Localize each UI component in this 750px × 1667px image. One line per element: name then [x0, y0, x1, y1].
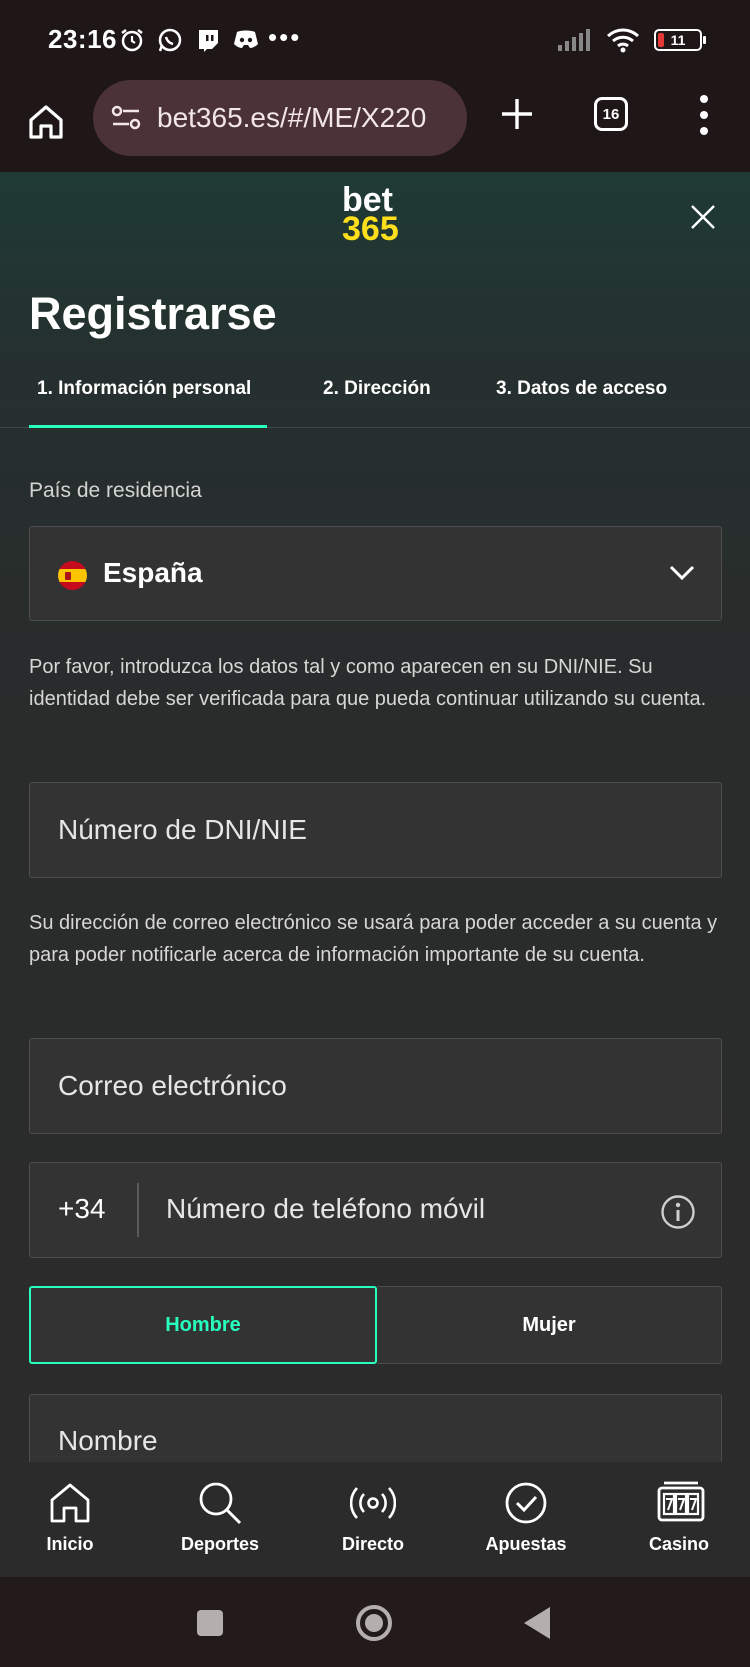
recent-apps-button[interactable]	[197, 1610, 223, 1636]
email-placeholder: Correo electrónico	[58, 1070, 287, 1101]
email-notice: Su dirección de correo electrónico se us…	[29, 912, 718, 966]
nav-casino[interactable]: Casino	[614, 1462, 744, 1577]
registration-steps: 1. Información personal 2. Dirección 3. …	[0, 362, 750, 428]
gender-selector: Hombre Mujer	[29, 1286, 722, 1364]
browser-menu-button[interactable]	[694, 95, 714, 135]
dni-input[interactable]: Número de DNI/NIE	[29, 782, 722, 878]
phone-input[interactable]: +34 Número de teléfono móvil	[29, 1162, 722, 1258]
nav-inicio[interactable]: Inicio	[5, 1462, 135, 1577]
registration-page: bet 365 Registrarse 1. Información perso…	[0, 172, 750, 1462]
checkmark-circle-icon	[503, 1480, 549, 1526]
search-icon	[197, 1480, 243, 1526]
more-notifications-icon: •••	[268, 22, 302, 52]
name-placeholder: Nombre	[58, 1425, 158, 1456]
site-settings-icon[interactable]	[111, 104, 141, 132]
live-broadcast-icon	[349, 1480, 397, 1526]
country-select[interactable]: España	[29, 526, 722, 621]
email-input[interactable]: Correo electrónico	[29, 1038, 722, 1134]
phone-placeholder: Número de teléfono móvil	[166, 1193, 486, 1224]
discord-icon	[232, 26, 260, 54]
alarm-icon	[118, 26, 146, 54]
status-bar: 23:16 ••• 11	[0, 0, 750, 80]
country-value: España	[103, 557, 203, 588]
notification-icons	[118, 26, 260, 54]
bottom-navigation: Inicio Deportes Directo Apuestas Casino	[0, 1462, 750, 1577]
close-icon[interactable]	[690, 204, 716, 230]
whatsapp-icon	[156, 26, 184, 54]
battery-indicator: 11	[654, 29, 706, 51]
nav-apuestas[interactable]: Apuestas	[461, 1462, 591, 1577]
page-title: Registrarse	[29, 288, 277, 339]
slot-machine-icon	[656, 1480, 705, 1526]
country-label: País de residencia	[29, 479, 202, 502]
browser-toolbar: bet365.es/#/ME/X220 16	[0, 80, 750, 172]
bet365-logo: bet 365	[342, 181, 399, 249]
phone-prefix[interactable]: +34	[58, 1193, 106, 1225]
signal-icon	[558, 26, 592, 54]
nav-directo[interactable]: Directo	[308, 1462, 438, 1577]
active-step-indicator	[29, 425, 267, 428]
dni-placeholder: Número de DNI/NIE	[58, 814, 307, 845]
chevron-down-icon	[669, 563, 695, 583]
gender-female-button[interactable]: Mujer	[377, 1286, 722, 1364]
id-notice: Por favor, introduzca los datos tal y co…	[29, 656, 707, 710]
system-status: 11	[558, 26, 706, 54]
step-personal-info[interactable]: 1. Información personal	[37, 378, 251, 400]
name-input[interactable]: Nombre	[29, 1394, 722, 1462]
status-time: 23:16	[48, 24, 117, 54]
nav-deportes[interactable]: Deportes	[155, 1462, 285, 1577]
twitch-icon	[194, 26, 222, 54]
step-access-data[interactable]: 3. Datos de acceso	[496, 378, 667, 400]
gender-male-button[interactable]: Hombre	[29, 1286, 377, 1364]
back-button[interactable]	[524, 1607, 550, 1639]
step-address[interactable]: 2. Dirección	[323, 378, 431, 400]
home-icon	[47, 1480, 93, 1526]
new-tab-button[interactable]	[497, 94, 537, 134]
address-bar[interactable]: bet365.es/#/ME/X220	[93, 80, 467, 156]
tab-switcher-button[interactable]: 16	[594, 97, 628, 131]
browser-home-button[interactable]	[26, 102, 66, 142]
wifi-icon	[606, 26, 640, 54]
url-text: bet365.es/#/ME/X220	[157, 102, 427, 133]
phone-divider	[137, 1183, 139, 1237]
spain-flag-icon	[58, 561, 87, 590]
info-icon[interactable]	[660, 1194, 696, 1230]
home-button[interactable]	[356, 1605, 392, 1641]
android-nav-bar	[0, 1577, 750, 1667]
